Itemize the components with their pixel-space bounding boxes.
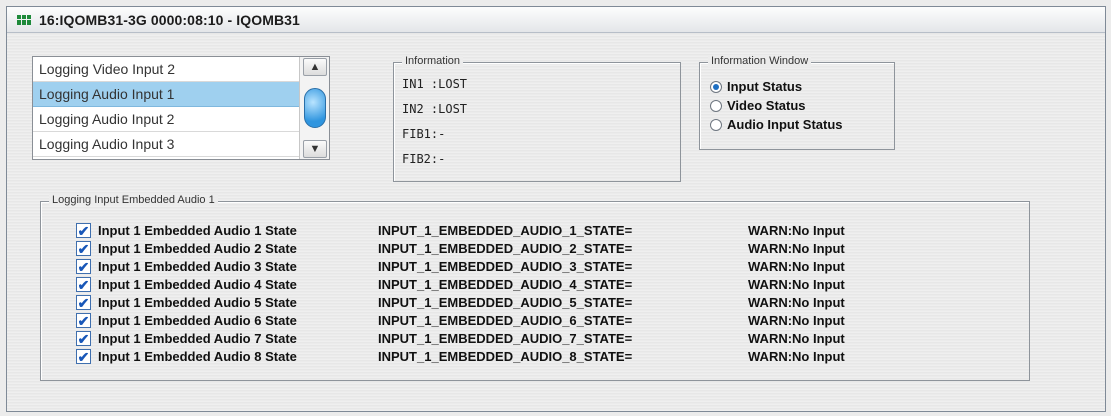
state-label: Input 1 Embedded Audio 6 State <box>98 313 297 328</box>
state-key: INPUT_1_EMBEDDED_AUDIO_8_STATE= <box>378 349 633 364</box>
audio-state-row: ✔ Input 1 Embedded Audio 4 State INPUT_1_E… <box>41 276 1029 293</box>
state-label-suffix: State <box>261 313 297 328</box>
window-title: 16:IQOMB31-3G 0000:08:10 - IQOMB31 <box>39 11 300 28</box>
audio-state-row: ✔ Input 1 Embedded Audio 6 State INPUT_1_E… <box>41 312 1029 329</box>
audio-state-row: ✔ Input 1 Embedded Audio 7 State INPUT_1_E… <box>41 330 1029 347</box>
radio-icon <box>710 118 722 131</box>
audio-state-row: ✔ Input 1 Embedded Audio 5 State INPUT_1_E… <box>41 294 1029 311</box>
state-key: INPUT_1_EMBEDDED_AUDIO_6_STATE= <box>378 313 633 328</box>
state-value: WARN:No Input <box>748 349 845 364</box>
information-window-title: Information Window <box>708 55 812 67</box>
state-label-prefix: Input 1 Embedded Audio <box>98 277 255 292</box>
scroll-up-button[interactable]: ▲ <box>303 58 327 76</box>
state-checkbox[interactable]: ✔ <box>76 331 91 346</box>
state-key: INPUT_1_EMBEDDED_AUDIO_5_STATE= <box>378 295 633 310</box>
checkmark-icon: ✔ <box>77 294 90 311</box>
information-title: Information <box>402 55 464 67</box>
logging-list-items: Logging Video Input 2 Logging Audio Inpu… <box>33 57 299 157</box>
state-label: Input 1 Embedded Audio 8 State <box>98 349 297 364</box>
state-label-suffix: State <box>261 295 297 310</box>
state-value: WARN:No Input <box>748 331 845 346</box>
state-label-suffix: State <box>261 277 297 292</box>
state-key: INPUT_1_EMBEDDED_AUDIO_4_STATE= <box>378 277 633 292</box>
information-window-group: Information Window Input Status Video St… <box>699 55 895 150</box>
state-label: Input 1 Embedded Audio 2 State <box>98 241 297 256</box>
list-scrollbar[interactable]: ▲ ▼ <box>299 57 329 159</box>
state-key: INPUT_1_EMBEDDED_AUDIO_7_STATE= <box>378 331 633 346</box>
checkmark-icon: ✔ <box>77 240 90 257</box>
audio-state-row: ✔ Input 1 Embedded Audio 2 State INPUT_1_E… <box>41 240 1029 257</box>
state-value: WARN:No Input <box>748 241 845 256</box>
checkmark-icon: ✔ <box>77 348 90 365</box>
checkmark-icon: ✔ <box>77 276 90 293</box>
chevron-up-icon: ▲ <box>309 61 321 73</box>
state-label-prefix: Input 1 Embedded Audio <box>98 313 255 328</box>
state-label-prefix: Input 1 Embedded Audio <box>98 241 255 256</box>
state-value: WARN:No Input <box>748 277 845 292</box>
info-line-in1: IN1 :LOST <box>402 77 468 91</box>
state-label-prefix: Input 1 Embedded Audio <box>98 349 255 364</box>
radio-video-status[interactable]: Video Status <box>710 98 806 113</box>
radio-audio-input-status[interactable]: Audio Input Status <box>710 117 843 132</box>
state-key: INPUT_1_EMBEDDED_AUDIO_1_STATE= <box>378 223 633 238</box>
info-line-fib1: FIB1:- <box>402 127 446 141</box>
checkmark-icon: ✔ <box>77 330 90 347</box>
scroll-down-button[interactable]: ▼ <box>303 140 327 158</box>
state-label-suffix: State <box>261 223 297 238</box>
state-label-prefix: Input 1 Embedded Audio <box>98 259 255 274</box>
state-key: INPUT_1_EMBEDDED_AUDIO_3_STATE= <box>378 259 633 274</box>
state-label-suffix: State <box>261 331 297 346</box>
state-checkbox[interactable]: ✔ <box>76 241 91 256</box>
state-label-suffix: State <box>261 349 297 364</box>
state-label-prefix: Input 1 Embedded Audio <box>98 295 255 310</box>
radio-label: Audio Input Status <box>727 117 843 132</box>
radio-label: Video Status <box>727 98 806 113</box>
state-label: Input 1 Embedded Audio 1 State <box>98 223 297 238</box>
state-label: Input 1 Embedded Audio 4 State <box>98 277 297 292</box>
list-item[interactable]: Logging Video Input 2 <box>33 57 299 82</box>
list-item[interactable]: Logging Audio Input 3 <box>33 132 299 157</box>
state-checkbox[interactable]: ✔ <box>76 349 91 364</box>
state-checkbox[interactable]: ✔ <box>76 223 91 238</box>
state-checkbox[interactable]: ✔ <box>76 277 91 292</box>
state-label-prefix: Input 1 Embedded Audio <box>98 331 255 346</box>
state-checkbox[interactable]: ✔ <box>76 295 91 310</box>
checkmark-icon: ✔ <box>77 312 90 329</box>
scroll-thumb[interactable] <box>304 88 326 128</box>
audio-state-row: ✔ Input 1 Embedded Audio 1 State INPUT_1_E… <box>41 222 1029 239</box>
embedded-audio-group: Logging Input Embedded Audio 1 ✔ Input 1 … <box>40 194 1030 381</box>
checkmark-icon: ✔ <box>77 258 90 275</box>
radio-input-status[interactable]: Input Status <box>710 79 802 94</box>
state-value: WARN:No Input <box>748 259 845 274</box>
radio-icon <box>710 99 722 112</box>
logging-list[interactable]: Logging Video Input 2 Logging Audio Inpu… <box>32 56 330 160</box>
state-label: Input 1 Embedded Audio 7 State <box>98 331 297 346</box>
radio-selected-icon <box>710 80 722 93</box>
audio-state-row: ✔ Input 1 Embedded Audio 8 State INPUT_1_E… <box>41 348 1029 365</box>
info-line-in2: IN2 :LOST <box>402 102 468 116</box>
radio-label: Input Status <box>727 79 803 94</box>
information-group: Information IN1 :LOST IN2 :LOST FIB1:- F… <box>393 55 681 182</box>
list-item[interactable]: Logging Audio Input 2 <box>33 107 299 132</box>
info-line-fib2: FIB2:- <box>402 152 446 166</box>
state-value: WARN:No Input <box>748 295 845 310</box>
state-checkbox[interactable]: ✔ <box>76 313 91 328</box>
state-value: WARN:No Input <box>748 223 845 238</box>
state-label-suffix: State <box>261 241 297 256</box>
chevron-down-icon: ▼ <box>309 143 321 155</box>
state-label: Input 1 Embedded Audio 3 State <box>98 259 297 274</box>
state-label-suffix: State <box>261 259 297 274</box>
checkmark-icon: ✔ <box>77 222 90 239</box>
audio-state-row: ✔ Input 1 Embedded Audio 3 State INPUT_1_E… <box>41 258 1029 275</box>
list-item-selected[interactable]: Logging Audio Input 1 <box>33 82 299 107</box>
app-icon <box>17 14 31 25</box>
title-bar: 16:IQOMB31-3G 0000:08:10 - IQOMB31 <box>7 7 1105 33</box>
state-label-prefix: Input 1 Embedded Audio <box>98 223 255 238</box>
state-checkbox[interactable]: ✔ <box>76 259 91 274</box>
state-label: Input 1 Embedded Audio 5 State <box>98 295 297 310</box>
embedded-audio-title: Logging Input Embedded Audio 1 <box>49 194 218 206</box>
state-value: WARN:No Input <box>748 313 845 328</box>
state-key: INPUT_1_EMBEDDED_AUDIO_2_STATE= <box>378 241 633 256</box>
